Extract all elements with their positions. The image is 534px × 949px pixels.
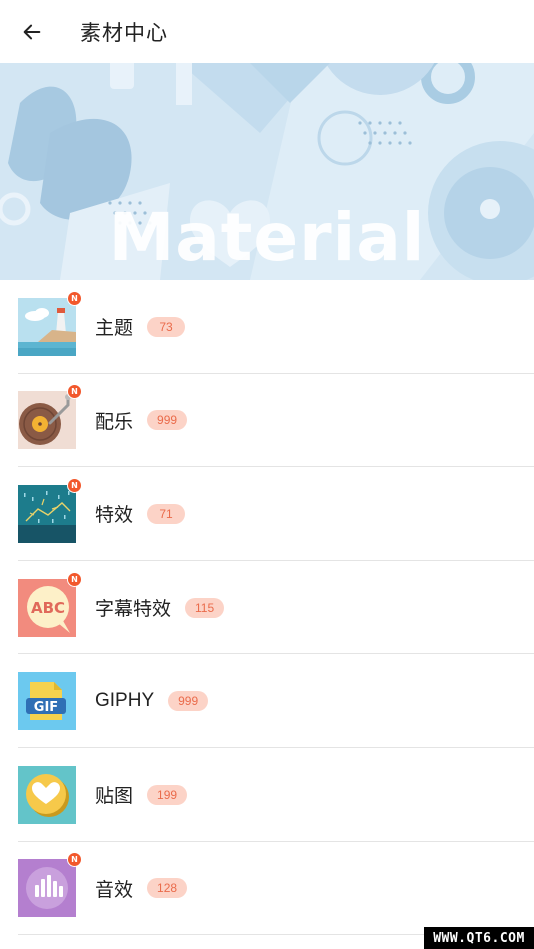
gif-icon: GIF	[18, 672, 76, 731]
list-item-theme[interactable]: N 主题 73	[0, 280, 534, 374]
list-item-giphy[interactable]: GIF GIPHY 999	[0, 654, 534, 748]
item-count-badge: 73	[147, 316, 186, 337]
new-badge: N	[67, 852, 82, 868]
new-badge: N	[67, 571, 82, 587]
item-count-badge: 128	[147, 878, 188, 899]
theme-lighthouse-icon	[18, 297, 76, 356]
item-label: 特效	[95, 504, 134, 527]
item-label: 贴图	[95, 785, 134, 808]
new-badge: N	[67, 384, 82, 400]
item-count-badge: 199	[147, 784, 188, 805]
sound-wave-icon	[18, 859, 76, 918]
new-badge: N	[67, 477, 82, 493]
material-banner[interactable]: Material	[0, 63, 534, 280]
item-label: 音效	[95, 878, 134, 901]
back-button[interactable]	[0, 0, 64, 63]
page-title: 素材中心	[80, 20, 168, 45]
item-count-badge: 115	[185, 597, 225, 618]
app-bar: 素材中心	[0, 0, 534, 63]
material-category-list: N 主题 73 N 配乐 999 N 特效 71 ABC N 字幕特效 115 …	[0, 280, 534, 935]
list-item-stickers[interactable]: 贴图 199	[0, 748, 534, 842]
effects-thumbnail: N	[18, 477, 82, 543]
watermark-label: WWW.QT6.COM	[424, 927, 534, 949]
item-label: 配乐	[95, 410, 134, 433]
list-item-effects[interactable]: N 特效 71	[0, 467, 534, 561]
svg-text:GIF: GIF	[34, 700, 58, 715]
item-label: 字幕特效	[95, 598, 172, 621]
item-count-badge: 999	[168, 691, 209, 712]
banner-title: Material	[108, 199, 426, 276]
sticker-thumbnail	[18, 765, 76, 824]
item-label: GIPHY	[95, 690, 155, 712]
item-count-badge: 999	[147, 410, 188, 431]
music-thumbnail: N	[18, 384, 82, 450]
theme-thumbnail: N	[18, 290, 82, 356]
new-badge: N	[67, 290, 82, 306]
effects-sparkle-icon	[18, 484, 76, 543]
giphy-thumbnail: GIF	[18, 672, 76, 731]
music-record-icon	[18, 391, 76, 450]
subtitle-thumbnail: ABC N	[18, 571, 82, 637]
arrow-left-icon	[23, 24, 41, 39]
subtitle-abc-icon: ABC	[18, 578, 76, 637]
item-label: 主题	[95, 317, 134, 340]
sticker-heart-icon	[18, 765, 76, 824]
list-item-sound-effects[interactable]: N 音效 128	[0, 842, 534, 936]
list-item-music[interactable]: N 配乐 999	[0, 374, 534, 468]
sound-thumbnail: N	[18, 852, 82, 918]
svg-text:ABC: ABC	[31, 599, 65, 617]
item-count-badge: 71	[147, 503, 186, 524]
list-item-subtitle-effects[interactable]: ABC N 字幕特效 115	[0, 561, 534, 655]
